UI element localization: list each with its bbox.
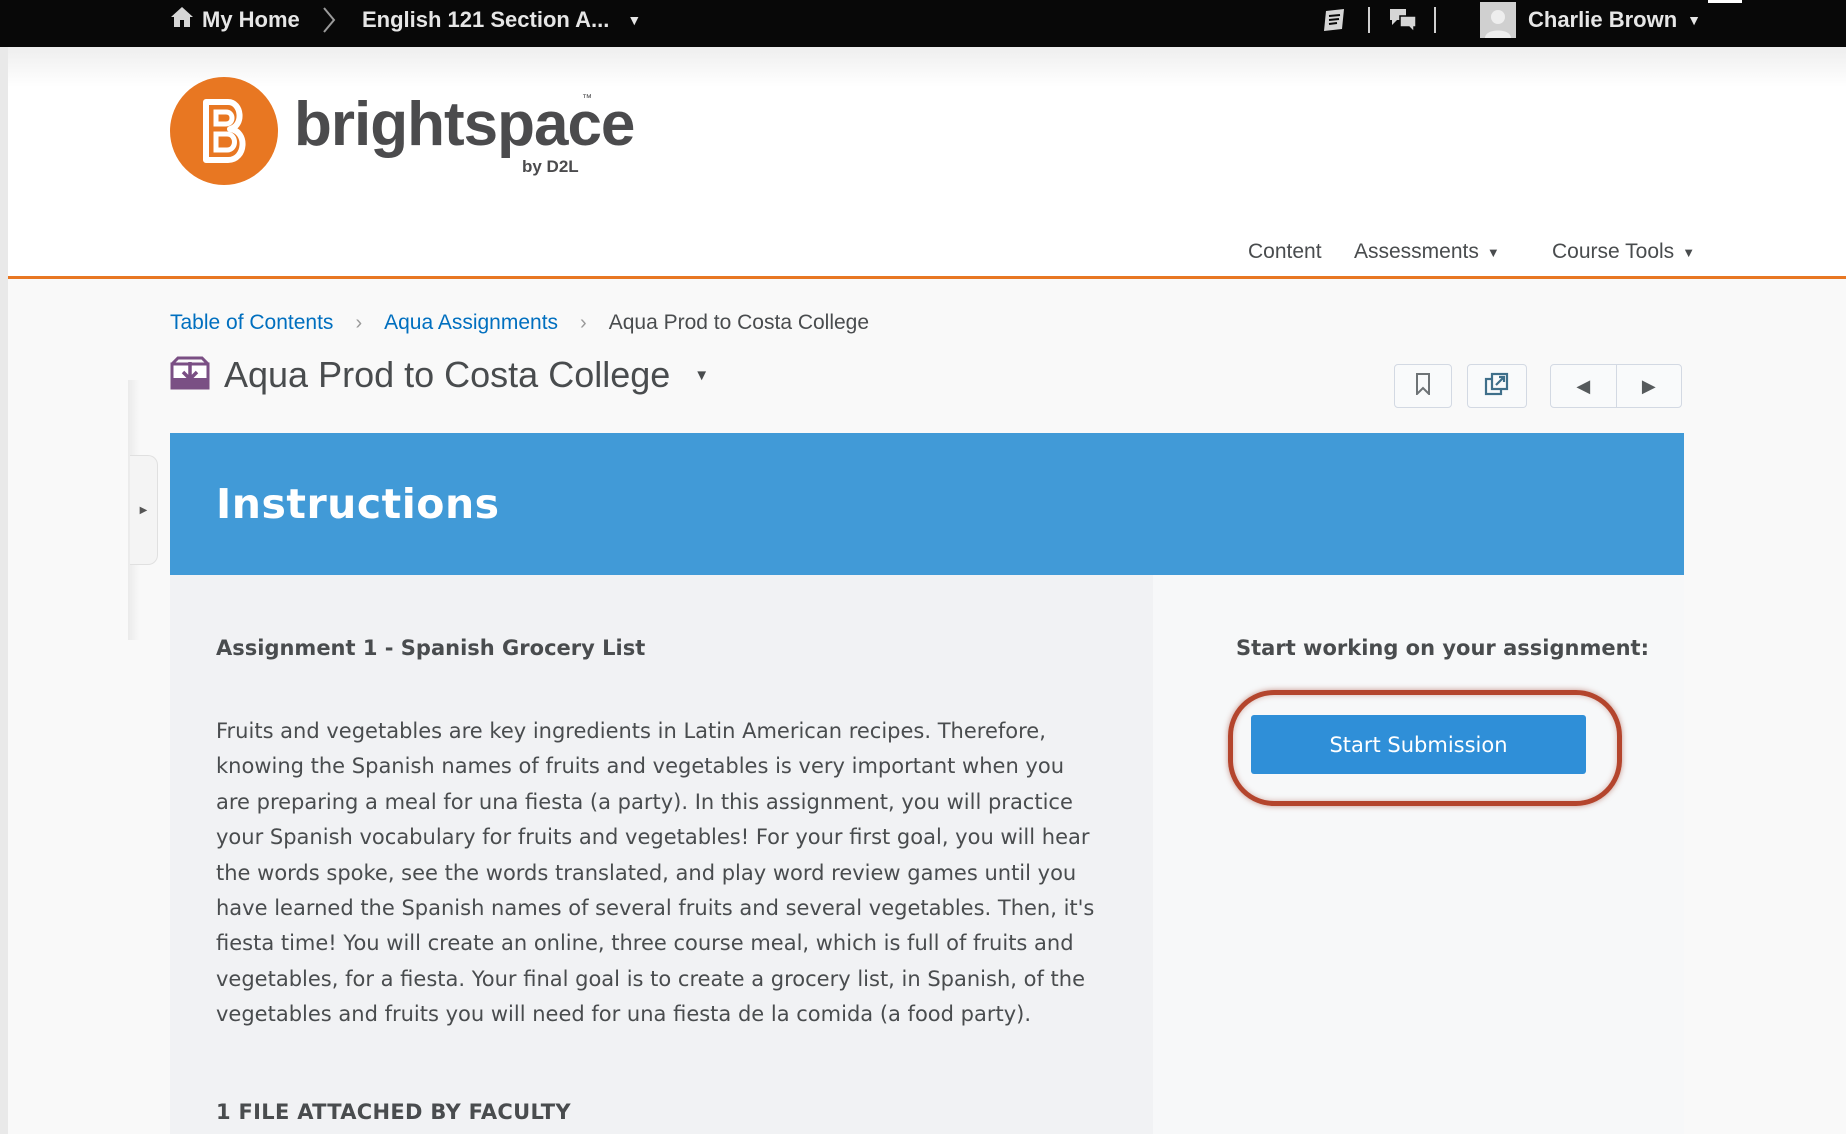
start-working-prompt: Start working on your assignment: (1236, 636, 1649, 660)
dropbox-assignment-icon (170, 356, 210, 395)
avatar-icon (1480, 2, 1516, 38)
course-selector[interactable]: English 121 Section A... ▼ (362, 0, 641, 40)
minibar: My Home English 121 Section A... ▼ Charl… (0, 0, 1846, 47)
side-panel-toggle[interactable]: ▶ (130, 455, 158, 565)
assignment-title: Assignment 1 - Spanish Grocery List (216, 636, 646, 660)
breadcrumb-current: Aqua Prod to Costa College (608, 311, 870, 334)
next-topic-button[interactable]: ▶ (1617, 365, 1682, 407)
nav-assessments-label: Assessments (1354, 240, 1479, 263)
caret-down-icon: ▼ (1486, 244, 1500, 260)
page-title-row: Aqua Prod to Costa College ▼ (170, 352, 709, 398)
breadcrumb-separator-icon: › (580, 311, 587, 334)
instructions-banner: Instructions (170, 433, 1684, 575)
update-alerts-icon[interactable] (1322, 0, 1348, 40)
triangle-right-icon: ▶ (1641, 375, 1656, 396)
brightspace-logo[interactable]: brightspace ™ by D2L (170, 77, 635, 185)
logo-trademark: ™ (582, 93, 592, 104)
nav-content[interactable]: Content (1248, 237, 1322, 267)
caret-down-icon: ▼ (1682, 244, 1696, 260)
messages-icon[interactable] (1388, 0, 1418, 40)
open-in-new-window-button[interactable] (1467, 364, 1527, 408)
previous-topic-button[interactable]: ◀ (1551, 365, 1616, 407)
nav-course-tools[interactable]: Course Tools ▼ (1552, 237, 1695, 267)
minibar-divider (1368, 0, 1370, 40)
breadcrumb: Table of Contents › Aqua Assignments › A… (170, 308, 869, 338)
window-frame-edge (0, 0, 8, 1134)
minibar-divider (1434, 0, 1436, 40)
breadcrumb-aqua-assignments[interactable]: Aqua Assignments (384, 311, 558, 335)
caret-down-icon: ▼ (627, 12, 642, 28)
topic-navigation: ◀ ▶ (1550, 364, 1682, 408)
attached-files-label: 1 FILE ATTACHED BY FACULTY (216, 1100, 571, 1124)
page-title: Aqua Prod to Costa College (224, 354, 671, 395)
bookmark-icon (1415, 372, 1431, 400)
caret-down-icon: ▼ (1687, 12, 1701, 28)
breadcrumb-table-of-contents[interactable]: Table of Contents (170, 311, 333, 335)
nav-assessments[interactable]: Assessments ▼ (1354, 237, 1500, 267)
triangle-left-icon: ◀ (1576, 375, 1591, 396)
chevron-right-icon (322, 0, 336, 40)
nav-course-tools-label: Course Tools (1552, 240, 1675, 263)
logo-wordmark: brightspace ™ by D2L (294, 77, 635, 185)
course-label: English 121 Section A... (362, 7, 610, 32)
window-corner-mark (1708, 0, 1742, 3)
home-icon (170, 6, 202, 34)
logo-b-icon (170, 77, 278, 185)
user-name: Charlie Brown (1528, 7, 1678, 32)
start-submission-button[interactable]: Start Submission (1251, 715, 1586, 774)
breadcrumb-separator-icon: › (355, 311, 363, 334)
logo-by-d2l: by D2L (522, 157, 579, 176)
my-home-label: My Home (202, 7, 300, 32)
user-menu[interactable]: Charlie Brown ▼ (1480, 0, 1701, 40)
nav-content-label: Content (1248, 240, 1322, 263)
assignment-description: Fruits and vegetables are key ingredient… (216, 719, 1095, 1027)
bookmark-button[interactable] (1394, 364, 1452, 408)
course-header: brightspace ™ by D2L Content Assessments… (8, 47, 1846, 279)
popout-icon (1484, 372, 1510, 401)
my-home-link[interactable]: My Home (170, 0, 300, 40)
instructions-heading: Instructions (216, 480, 500, 528)
title-menu-caret-icon[interactable]: ▼ (694, 367, 709, 384)
expand-arrow-icon: ▶ (139, 504, 148, 516)
